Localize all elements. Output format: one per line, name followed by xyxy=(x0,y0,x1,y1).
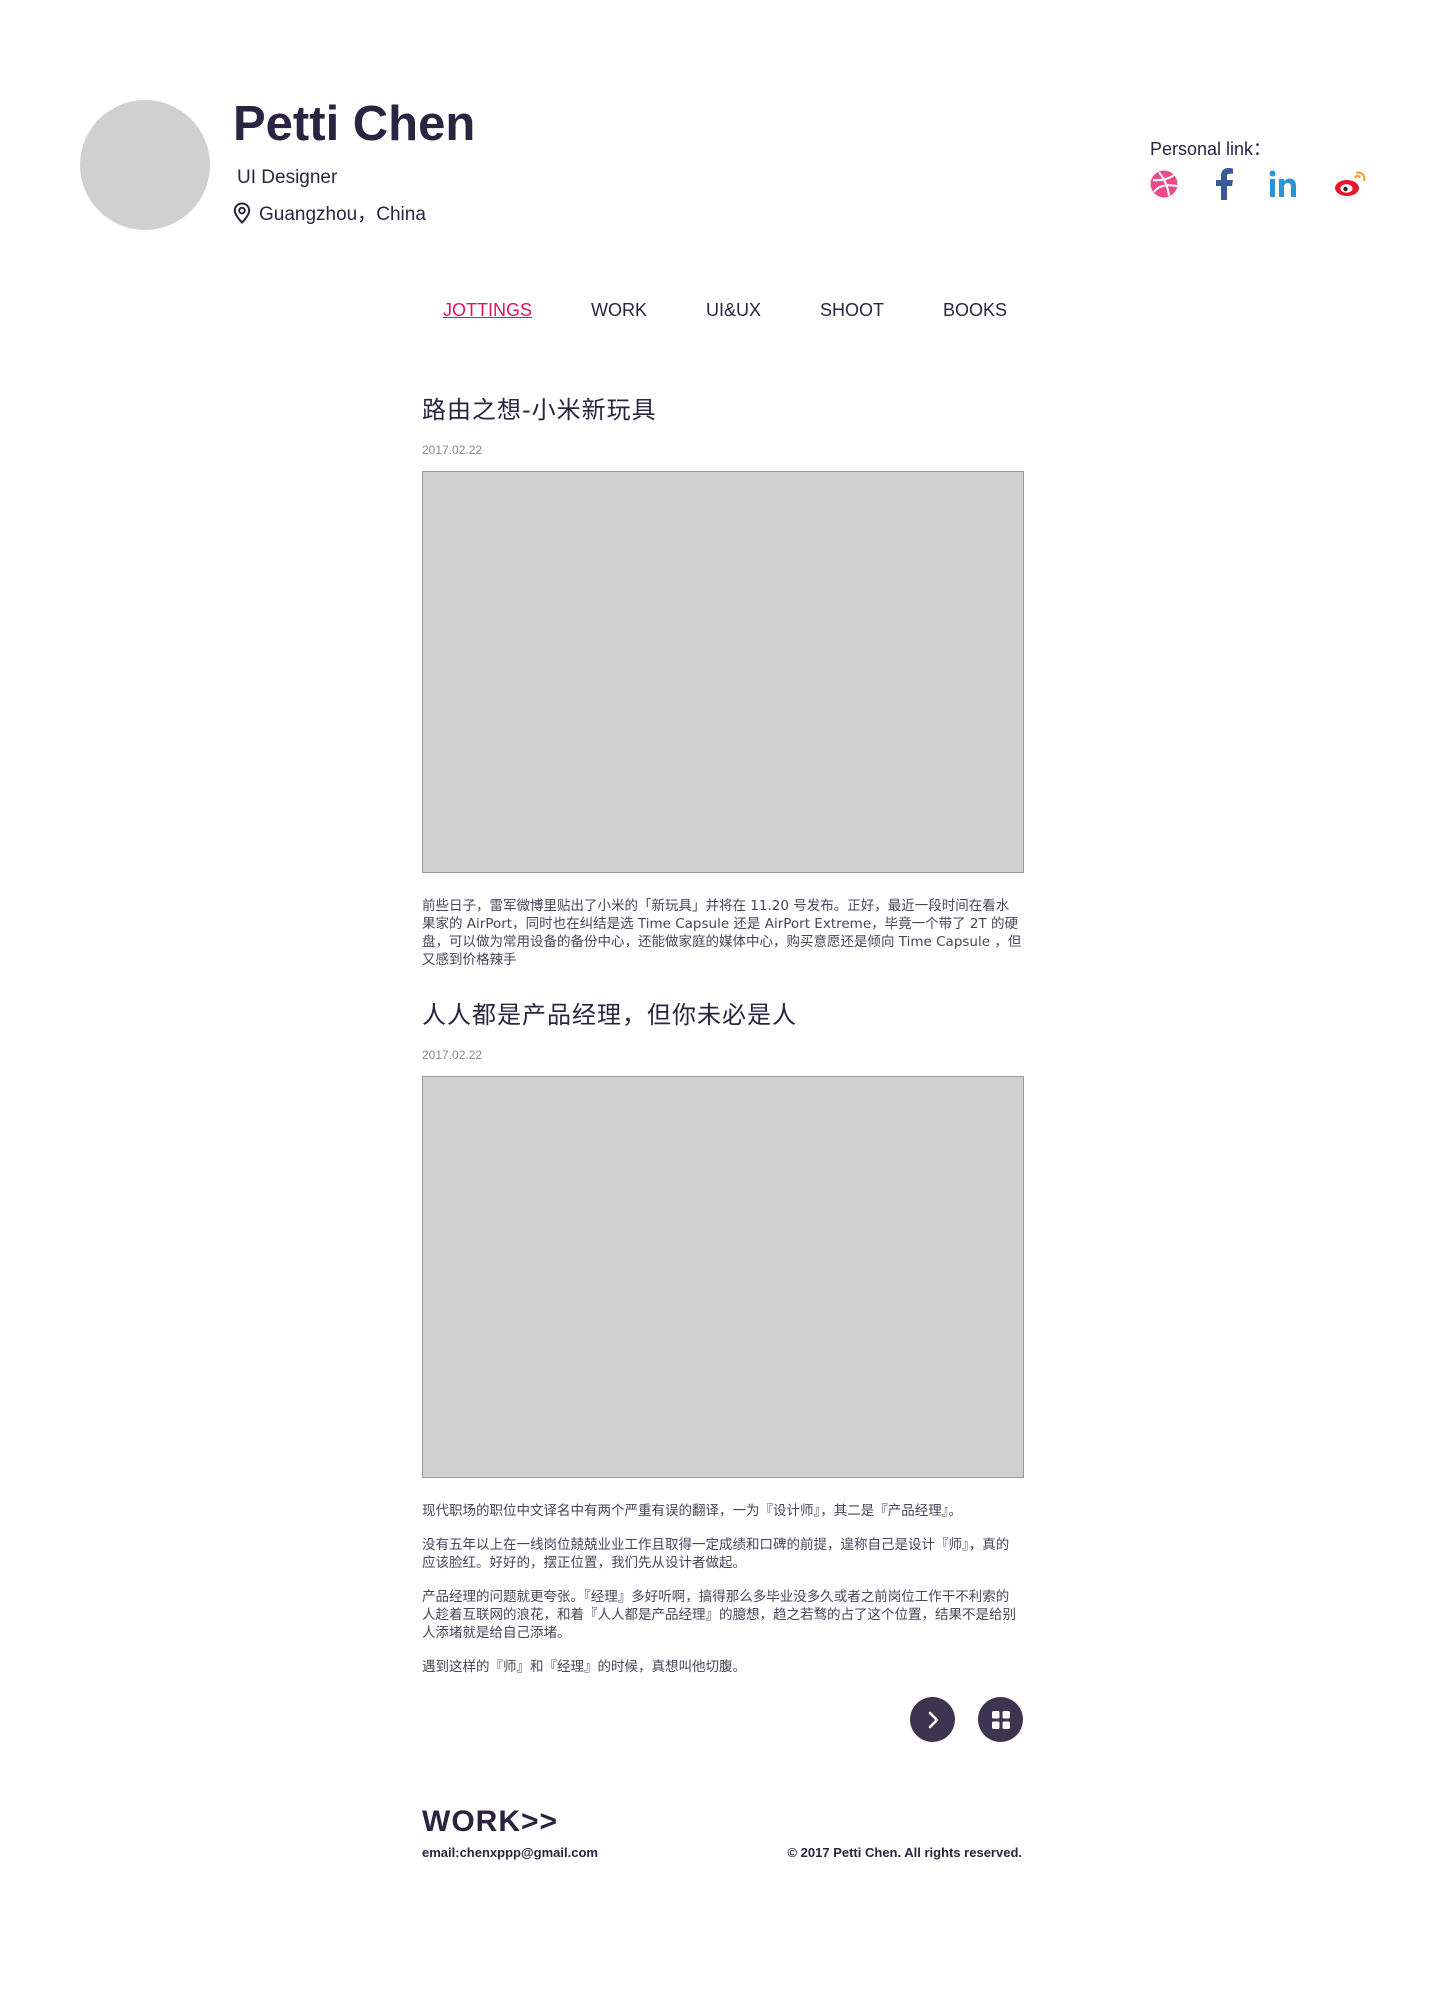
main-nav: JOTTINGS WORK UI&UX SHOOT BOOKS xyxy=(420,300,1030,321)
post-date: 2017.02.22 xyxy=(422,443,483,457)
grid-view-button[interactable] xyxy=(978,1697,1023,1742)
blog-post: 人人都是产品经理，但你未必是人 2017.02.22 现代职场的职位中文译名中有… xyxy=(422,995,1024,1676)
post-image xyxy=(422,1076,1024,1478)
nav-item-books[interactable]: BOOKS xyxy=(920,300,1030,321)
weibo-icon xyxy=(1335,171,1366,196)
nav-item-uiux[interactable]: UI&UX xyxy=(683,300,784,321)
profile-role: UI Designer xyxy=(237,167,338,188)
footer-copyright: © 2017 Petti Chen. All rights reserved. xyxy=(787,1845,1022,1860)
post-date: 2017.02.22 xyxy=(422,1048,483,1062)
post-title[interactable]: 人人都是产品经理，但你未必是人 xyxy=(422,995,1024,1030)
linkedin-link[interactable] xyxy=(1266,167,1300,201)
profile-name: Petti Chen xyxy=(233,97,476,151)
footer-email[interactable]: email:chenxppp@gmail.com xyxy=(422,1845,598,1860)
next-page-button[interactable] xyxy=(910,1697,955,1742)
post-title[interactable]: 路由之想-小米新玩具 xyxy=(422,390,1024,425)
post-paragraph: 产品经理的问题就更夸张。『经理』多好听啊，搞得那么多毕业没多久或者之前岗位工作干… xyxy=(422,1589,1016,1641)
post-paragraph: 前些日子，雷军微博里贴出了小米的「新玩具」并将在 11.20 号发布。正好，最近… xyxy=(422,898,1022,968)
facebook-icon xyxy=(1216,168,1233,200)
weibo-link[interactable] xyxy=(1333,167,1367,201)
work-link[interactable]: WORK>> xyxy=(422,1805,558,1839)
nav-item-work[interactable]: WORK xyxy=(568,300,670,321)
post-paragraph: 没有五年以上在一线岗位兢兢业业工作且取得一定成绩和口碑的前提，遑称自己是设计『师… xyxy=(422,1537,1010,1571)
personal-link-label: Personal link： xyxy=(1150,139,1272,159)
chevron-right-icon xyxy=(928,1711,938,1728)
location-text: Guangzhou，China xyxy=(259,204,426,225)
nav-item-jottings[interactable]: JOTTINGS xyxy=(420,300,555,321)
profile-location: Guangzhou，China xyxy=(233,199,426,226)
grid-icon xyxy=(991,1710,1010,1729)
dribbble-link[interactable] xyxy=(1147,167,1181,201)
post-paragraph: 现代职场的职位中文译名中有两个严重有误的翻译，一为『设计师』，其二是『产品经理』… xyxy=(422,1503,962,1519)
location-pin-icon xyxy=(233,201,251,224)
post-image xyxy=(422,471,1024,873)
dribbble-icon xyxy=(1150,170,1178,198)
avatar xyxy=(80,100,210,230)
blog-post: 路由之想-小米新玩具 2017.02.22 前些日子，雷军微博里贴出了小米的「新… xyxy=(422,390,1024,969)
linkedin-icon xyxy=(1269,170,1296,197)
post-paragraph: 遇到这样的『师』和『经理』的时候，真想叫他切腹。 xyxy=(422,1659,746,1675)
facebook-link[interactable] xyxy=(1207,167,1241,201)
nav-item-shoot[interactable]: SHOOT xyxy=(797,300,907,321)
